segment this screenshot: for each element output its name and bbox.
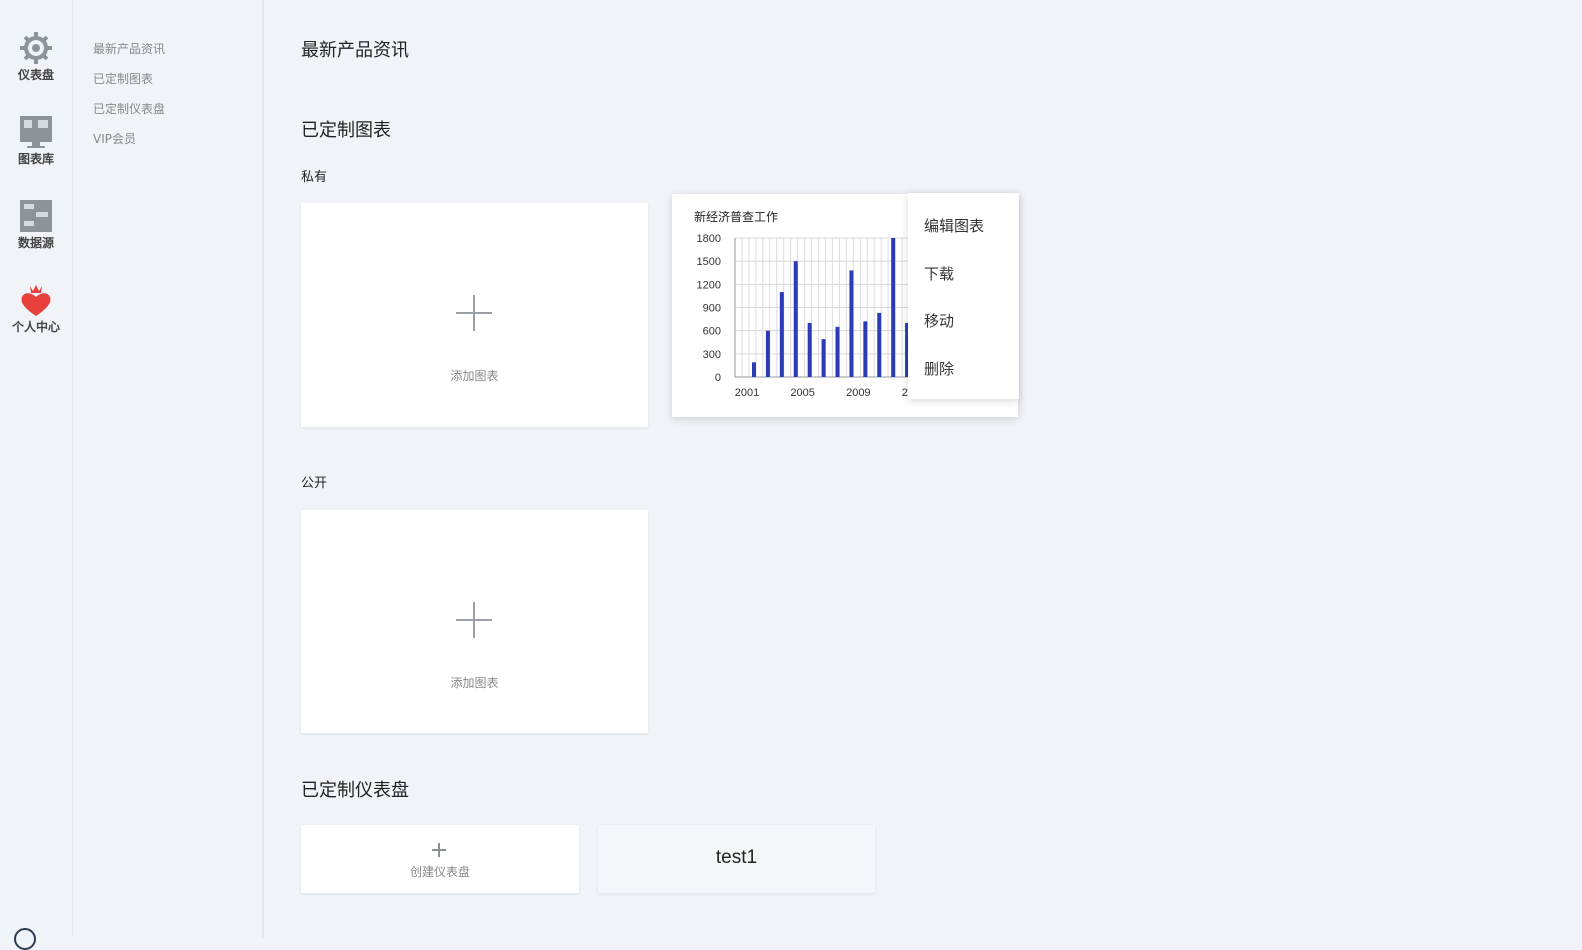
rail-item-data-source[interactable]: 数据源	[0, 198, 72, 251]
rail-label: 图表库	[17, 152, 54, 166]
plus-icon	[456, 602, 492, 638]
context-menu: 编辑图表 下载 移动 删除	[908, 193, 1019, 399]
menu-item-edit-chart[interactable]: 编辑图表	[924, 215, 984, 236]
data-source-icon	[20, 200, 52, 232]
public-label: 公开	[301, 476, 328, 491]
subnav-item-news[interactable]: 最新产品资讯	[93, 40, 165, 57]
heart-crown-icon	[21, 285, 51, 316]
plus-icon	[456, 295, 492, 331]
x-tick-label: 2009	[846, 387, 870, 399]
chart-library-icon	[20, 116, 52, 148]
dashboards-section-title: 已定制仪表盘	[301, 780, 409, 801]
rail-label: 仪表盘	[17, 68, 54, 82]
bar	[793, 261, 798, 377]
bar	[765, 330, 770, 377]
rail-item-chart-library[interactable]: 图表库	[0, 114, 72, 167]
menu-item-delete[interactable]: 删除	[924, 358, 954, 379]
charts-section-title: 已定制图表	[301, 120, 391, 141]
news-section-title: 最新产品资讯	[301, 40, 409, 61]
y-tick-label: 1500	[697, 256, 721, 268]
add-chart-label: 添加图表	[450, 676, 499, 690]
add-chart-label: 添加图表	[450, 369, 499, 383]
dashboard-card[interactable]: test1	[598, 825, 875, 893]
y-tick-label: 1800	[697, 233, 721, 245]
subnav-item-custom-charts[interactable]: 已定制图表	[93, 70, 153, 87]
create-dashboard-card[interactable]: 创建仪表盘	[301, 825, 579, 893]
y-tick-label: 900	[703, 303, 721, 315]
help-icon[interactable]	[14, 928, 36, 950]
subnav-item-vip[interactable]: VIP会员	[93, 130, 136, 147]
bar	[863, 321, 868, 377]
bar	[891, 238, 896, 377]
bar	[807, 322, 812, 377]
add-chart-card-public[interactable]: 添加图表	[301, 510, 648, 733]
bar	[821, 339, 826, 377]
bar	[835, 326, 840, 377]
rail-item-dashboard[interactable]: 仪表盘	[0, 30, 72, 83]
create-dashboard-label: 创建仪表盘	[409, 865, 470, 879]
y-tick-label: 600	[703, 326, 721, 338]
bar	[877, 312, 882, 377]
rail-label: 个人中心	[11, 320, 60, 334]
add-chart-card-private[interactable]: 添加图表	[301, 203, 648, 427]
x-tick-label: 2005	[790, 387, 814, 399]
y-tick-label: 300	[703, 349, 721, 361]
menu-item-download[interactable]: 下载	[924, 263, 954, 284]
subnav-item-custom-dashboards[interactable]: 已定制仪表盘	[93, 100, 165, 117]
bar	[849, 270, 854, 377]
private-label: 私有	[301, 170, 328, 185]
menu-item-move[interactable]: 移动	[924, 310, 954, 331]
rail-label: 数据源	[17, 236, 54, 250]
gear-icon	[20, 32, 52, 64]
secondary-nav: 最新产品资讯 已定制图表 已定制仪表盘 VIP会员	[73, 0, 264, 937]
y-tick-label: 0	[715, 372, 721, 384]
bar	[779, 292, 784, 377]
rail-item-personal-center[interactable]: 个人中心	[0, 282, 72, 335]
icon-rail: 仪表盘 图表库 数据源 个人中心	[0, 0, 73, 950]
bar	[752, 362, 756, 377]
dashboard-name: test1	[715, 847, 758, 868]
x-tick-label: 2001	[735, 387, 759, 399]
y-tick-label: 1200	[697, 279, 721, 291]
plus-icon	[432, 843, 446, 857]
